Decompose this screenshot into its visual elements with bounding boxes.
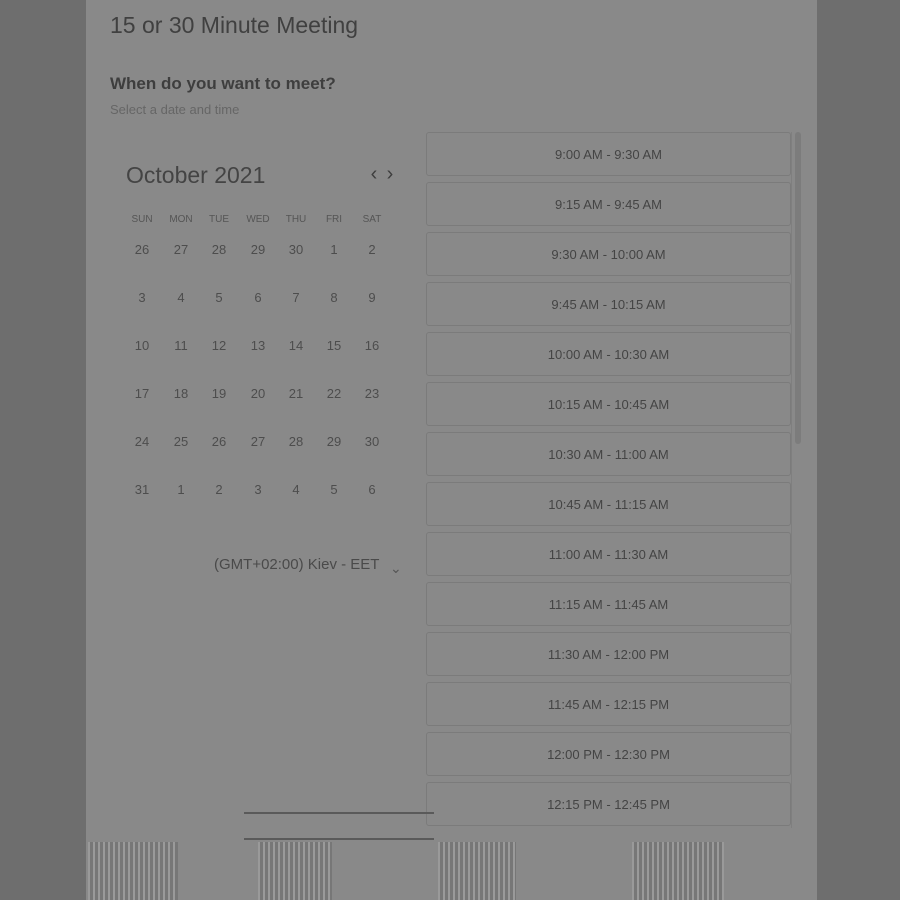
calendar-day[interactable]: 11 [165,326,197,366]
calendar-day[interactable]: 6 [242,278,274,318]
month-label: October 2021 [126,162,266,188]
calendar-day[interactable]: 10 [126,326,158,366]
weekday-label: THU [285,214,307,225]
calendar-day[interactable]: 17 [126,374,158,414]
subtitle: Select a date and time [110,102,240,117]
page-title: 15 or 30 Minute Meeting [110,12,359,38]
time-slot[interactable]: 12:15 PM - 12:45 PM [426,782,791,826]
calendar-day[interactable]: 27 [165,230,197,270]
calendar-day[interactable]: 5 [318,470,350,510]
calendar-day[interactable]: 20 [242,374,274,414]
weekday-label: MON [169,214,193,225]
footer-item[interactable] [88,842,178,900]
calendar-day[interactable]: 29 [318,422,350,462]
footer-item[interactable] [258,842,332,900]
calendar-day[interactable]: 6 [356,470,388,510]
calendar-day[interactable]: 28 [280,422,312,462]
calendar-day[interactable]: 24 [126,422,158,462]
time-slot[interactable]: 12:00 PM - 12:30 PM [426,732,791,776]
calendar-day[interactable]: 7 [280,278,312,318]
calendar-day[interactable]: 22 [318,374,350,414]
calendar-day[interactable]: 23 [356,374,388,414]
calendar-day[interactable]: 1 [165,470,197,510]
calendar-day[interactable]: 5 [203,278,235,318]
timezone-select[interactable]: (GMT+02:00) Kiev - EET [214,556,379,573]
time-slot[interactable]: 9:45 AM - 10:15 AM [426,282,791,326]
calendar-day[interactable]: 2 [356,230,388,270]
calendar-day[interactable]: 15 [318,326,350,366]
calendar-day[interactable]: 25 [165,422,197,462]
calendar-day[interactable]: 27 [242,422,274,462]
calendar: October 2021 ‹ › SUN MON TUE WED THU FRI SAT 26… [112,138,410,526]
calendar-day[interactable]: 18 [165,374,197,414]
calendar-day[interactable]: 1 [318,230,350,270]
calendar-day[interactable]: 2 [203,470,235,510]
weekday-label: WED [246,214,270,225]
scrollbar[interactable] [795,132,801,444]
time-slot[interactable]: 11:30 AM - 12:00 PM [426,632,791,676]
calendar-day[interactable]: 3 [242,470,274,510]
footer-item[interactable] [632,842,724,900]
time-slot[interactable]: 10:15 AM - 10:45 AM [426,382,791,426]
weekday-label: SAT [362,214,382,225]
calendar-day[interactable]: 28 [203,230,235,270]
footer-button[interactable] [244,812,434,840]
calendar-day[interactable]: 30 [280,230,312,270]
calendar-day[interactable]: 16 [356,326,388,366]
calendar-day[interactable]: 12 [203,326,235,366]
calendar-day[interactable]: 30 [356,422,388,462]
weekday-label: FRI [325,214,343,225]
calendar-day[interactable]: 29 [242,230,274,270]
calendar-day[interactable]: 21 [280,374,312,414]
chevron-right-icon[interactable]: › [382,164,398,184]
time-slot[interactable]: 11:45 AM - 12:15 PM [426,682,791,726]
time-slot[interactable]: 11:00 AM - 11:30 AM [426,532,791,576]
time-slot[interactable]: 10:45 AM - 11:15 AM [426,482,791,526]
calendar-day[interactable]: 8 [318,278,350,318]
question-heading: When do you want to meet? [110,74,336,93]
calendar-day[interactable]: 4 [165,278,197,318]
calendar-day[interactable]: 3 [126,278,158,318]
calendar-day[interactable]: 13 [242,326,274,366]
calendar-day[interactable]: 14 [280,326,312,366]
time-slot[interactable]: 9:15 AM - 9:45 AM [426,182,791,226]
time-slot[interactable]: 11:15 AM - 11:45 AM [426,582,791,626]
time-slot[interactable]: 10:30 AM - 11:00 AM [426,432,791,476]
time-slot[interactable]: 9:30 AM - 10:00 AM [426,232,791,276]
time-slot-list: 9:00 AM - 9:30 AM 9:15 AM - 9:45 AM 9:30 A… [426,132,792,828]
time-slot[interactable]: 10:00 AM - 10:30 AM [426,332,791,376]
weekday-label: TUE [209,214,229,225]
time-slot[interactable]: 9:00 AM - 9:30 AM [426,132,791,176]
footer-item[interactable] [438,842,516,900]
chevron-left-icon[interactable]: ‹ [366,164,382,184]
calendar-day[interactable]: 31 [126,470,158,510]
calendar-day[interactable]: 19 [203,374,235,414]
calendar-day[interactable]: 4 [280,470,312,510]
chevron-down-icon[interactable]: ⌄ [390,560,402,577]
weekday-label: SUN [131,214,153,225]
calendar-day[interactable]: 9 [356,278,388,318]
calendar-day[interactable]: 26 [126,230,158,270]
calendar-day[interactable]: 26 [203,422,235,462]
